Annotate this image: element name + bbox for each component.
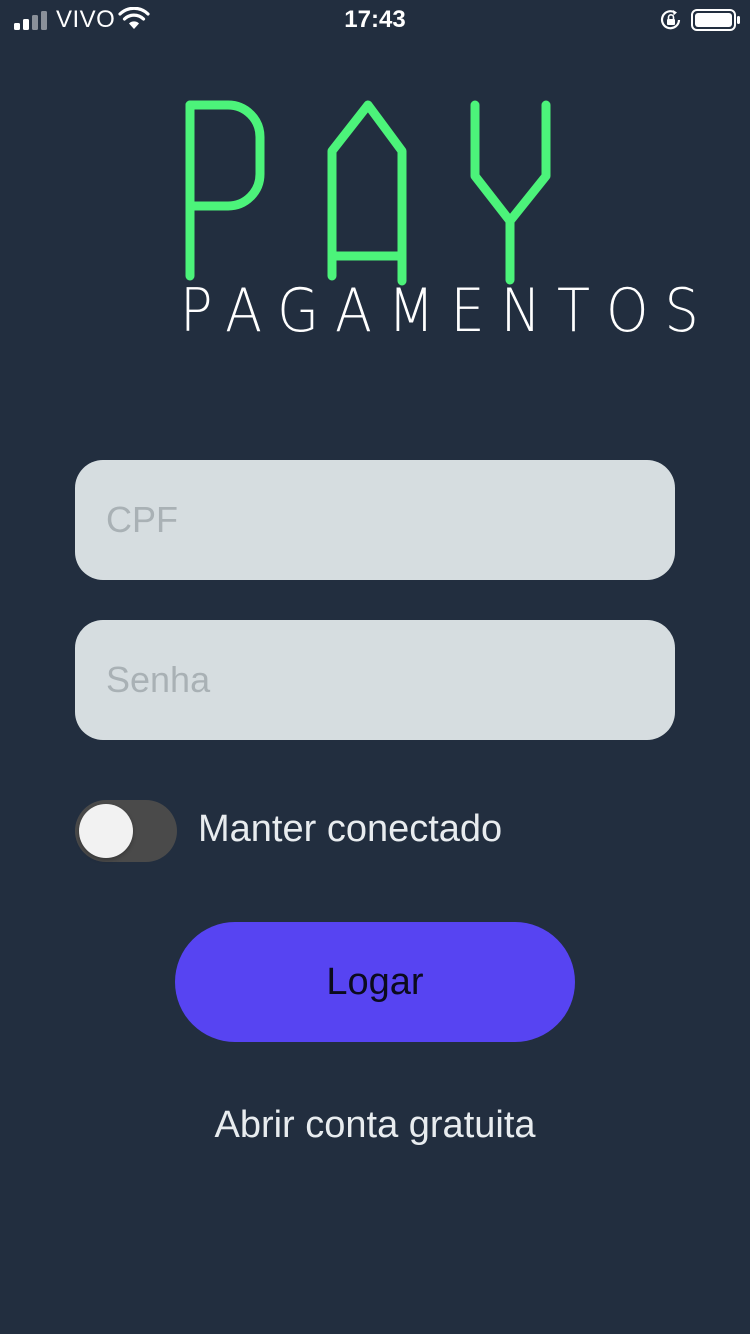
- cpf-input[interactable]: [75, 460, 675, 580]
- login-button[interactable]: Logar: [175, 922, 575, 1042]
- status-bar: VIVO 17:43: [0, 0, 750, 40]
- login-button-label: Logar: [326, 960, 424, 1003]
- app-logo: PAGAMENTOS: [170, 96, 715, 346]
- rotation-lock-icon: [660, 10, 681, 30]
- toggle-knob: [79, 804, 133, 858]
- keep-connected-toggle[interactable]: [75, 800, 177, 862]
- battery-icon: [691, 9, 740, 31]
- password-input[interactable]: [75, 620, 675, 740]
- login-screen: VIVO 17:43 PAGAMENTOS CPF Manter conecta…: [0, 0, 750, 1334]
- clock: 17:43: [344, 6, 406, 33]
- logo-subtitle: PAGAMENTOS: [180, 276, 715, 346]
- keep-connected-label: Manter conectado: [198, 808, 503, 850]
- open-account-link[interactable]: Abrir conta gratuita: [0, 1104, 750, 1147]
